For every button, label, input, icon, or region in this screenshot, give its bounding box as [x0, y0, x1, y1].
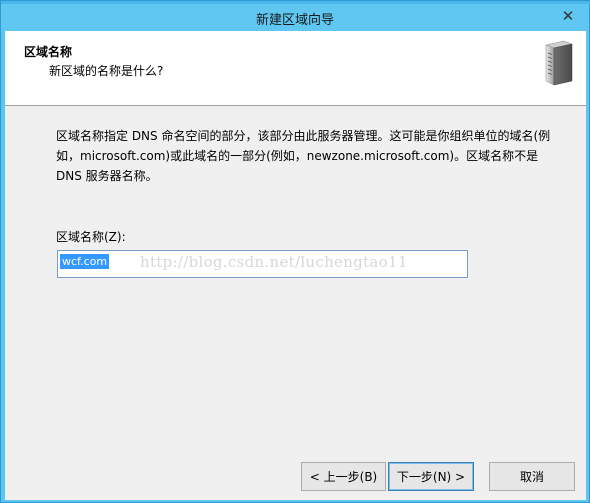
wizard-header: 区域名称 新区域的名称是什么? — [5, 31, 586, 106]
title-bar[interactable]: 新建区域向导 ✕ — [1, 4, 589, 31]
zone-name-selected-text: wcf.com — [60, 254, 110, 269]
header-subtitle: 新区域的名称是什么? — [49, 64, 164, 78]
server-icon — [545, 40, 573, 86]
wizard-window: 新建区域向导 ✕ 区域名称 新区域的名称是什么? 区域名称指定 DNS 命名空间… — [0, 0, 590, 503]
wizard-client-area: 区域名称 新区域的名称是什么? 区域名称指定 DNS 命名空间的部分，该部分由此… — [5, 31, 586, 500]
watermark-text: http://blog.csdn.net/luchengtao11 — [140, 253, 408, 271]
description-text: 区域名称指定 DNS 命名空间的部分，该部分由此服务器管理。这可能是你组织单位的… — [56, 129, 551, 183]
header-title: 区域名称 — [24, 45, 73, 59]
cancel-button[interactable]: 取消 — [489, 462, 575, 491]
zone-name-label: 区域名称(Z): — [56, 230, 126, 244]
window-title: 新建区域向导 — [255, 13, 334, 28]
next-button[interactable]: 下一步(N) > — [388, 462, 474, 491]
close-icon: ✕ — [561, 7, 575, 25]
close-button[interactable]: ✕ — [553, 6, 583, 27]
back-button[interactable]: < 上一步(B) — [301, 462, 386, 491]
